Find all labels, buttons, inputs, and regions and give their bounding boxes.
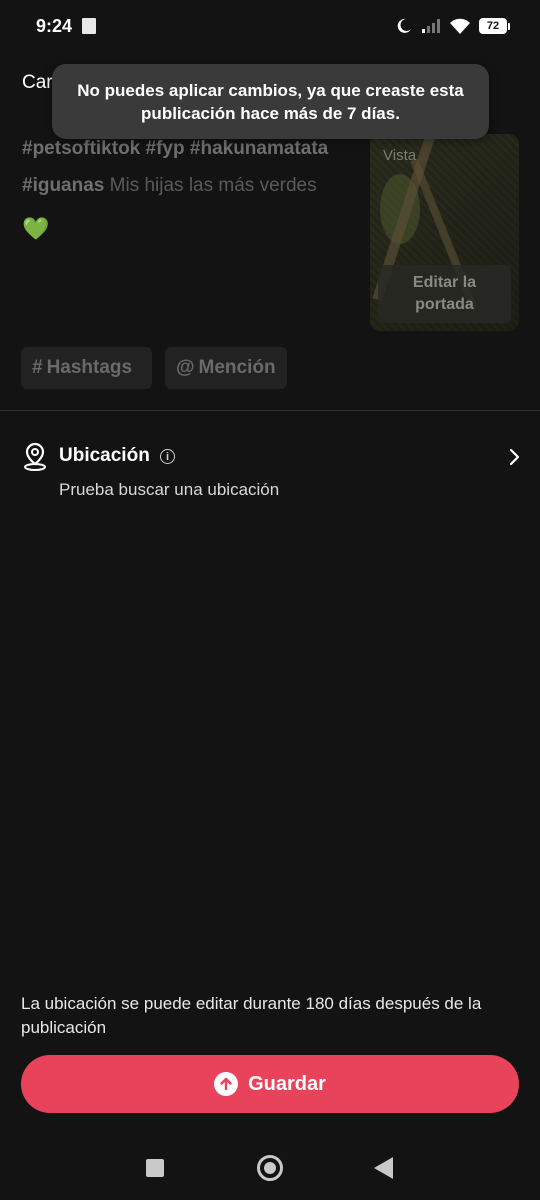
edit-cover-line-2: portada (415, 296, 474, 313)
toast-line-1: No puedes aplicar cambios, ya que creast… (77, 80, 464, 100)
at-icon: @ (176, 357, 195, 378)
notification-icon (82, 18, 97, 34)
info-icon[interactable]: i (160, 449, 175, 464)
note-line-1: La ubicación se puede editar durante 180… (21, 994, 482, 1013)
battery-level: 72 (479, 18, 507, 34)
mention-button[interactable]: @ Mención (165, 347, 287, 389)
divider (0, 410, 540, 411)
status-time: 9:24 (36, 15, 73, 36)
hashtags-label: Hashtags (46, 357, 133, 378)
cover-thumbnail[interactable]: Vista Editar la portada (370, 134, 519, 331)
upload-arrow-icon (214, 1072, 239, 1096)
back-button[interactable] (374, 1157, 393, 1179)
caption-input[interactable]: #petsoftiktok #fyp #hakunamatata #iguana… (22, 130, 362, 247)
location-row[interactable]: Ubicación i Prueba buscar una ubicación (0, 432, 540, 512)
location-title: Ubicación (59, 445, 150, 466)
wifi-icon (450, 18, 470, 34)
toast-message: No puedes aplicar cambios, ya que creast… (52, 64, 489, 139)
hashtags-button[interactable]: # Hashtags (21, 347, 152, 389)
recents-button[interactable] (146, 1159, 164, 1177)
caption-body: Mis hijas las más verdes (109, 175, 317, 196)
green-heart-emoji: 💚 (22, 216, 50, 241)
hashtag: #hakunamatata (189, 138, 329, 159)
hashtag: #fyp (145, 138, 185, 159)
edit-cover-line-1: Editar la (412, 274, 477, 291)
save-button[interactable]: Guardar (21, 1055, 519, 1113)
cover-preview-label: Vista (383, 147, 417, 164)
caption-label: Car (22, 72, 53, 93)
location-pin-icon (24, 442, 46, 471)
home-button[interactable] (257, 1155, 283, 1181)
location-edit-note: La ubicación se puede editar durante 180… (21, 992, 521, 1040)
save-label: Guardar (248, 1072, 326, 1095)
hash-icon: # (32, 357, 43, 378)
note-line-2: publicación (21, 1018, 107, 1037)
edit-cover-button[interactable]: Editar la portada (378, 265, 511, 323)
status-icons: 72 (395, 17, 510, 35)
status-bar: 9:24 72 (0, 0, 540, 52)
location-subtitle: Prueba buscar una ubicación (59, 480, 280, 499)
hashtag: #iguanas (22, 175, 105, 196)
system-nav-bar (0, 1140, 540, 1200)
mention-label: Mención (198, 357, 276, 378)
moon-icon (397, 18, 411, 33)
hashtag: #petsoftiktok (22, 138, 141, 159)
signal-icon (422, 19, 440, 33)
chevron-right-icon (509, 448, 520, 466)
battery-icon: 72 (479, 18, 510, 34)
toast-line-2: publicación hace más de 7 días. (141, 103, 400, 123)
